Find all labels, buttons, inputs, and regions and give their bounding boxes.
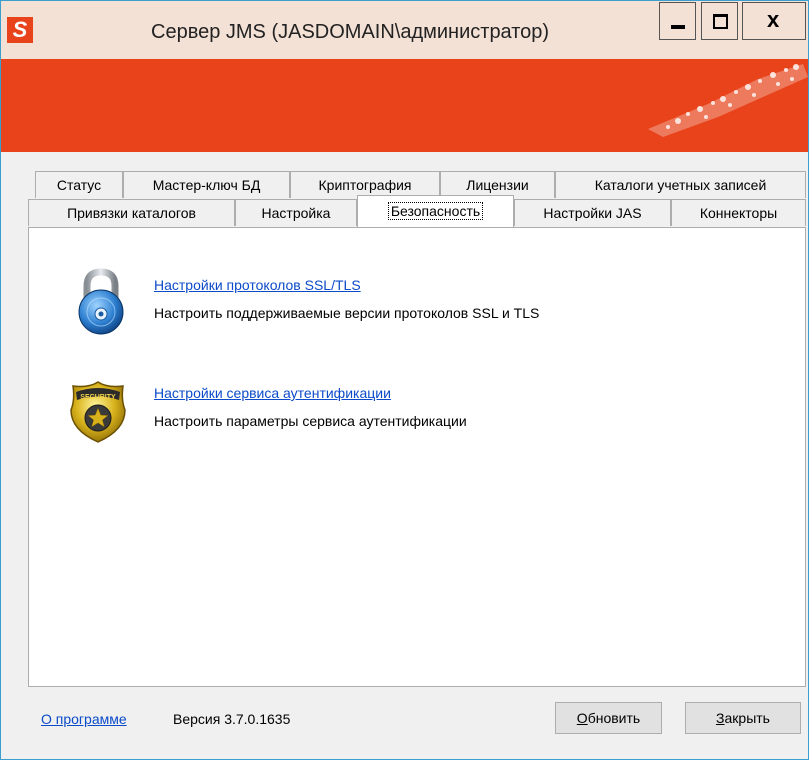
tab-licenses[interactable]: Лицензии [440,171,555,198]
tab-catalog-bindings[interactable]: Привязки каталогов [28,199,235,226]
about-link[interactable]: О программе [41,711,127,727]
tab-connectors[interactable]: Коннекторы [671,199,806,226]
banner-decoration-icon [648,64,808,137]
window-title: Сервер JMS (JASDOMAIN\администратор) [151,21,550,43]
ssl-tls-settings-link[interactable]: Настройки протоколов SSL/TLS [154,277,361,293]
tab-security[interactable]: Безопасность [357,195,514,227]
close-button-label: акрыть [724,710,770,726]
footer-bar: О программе Версия 3.7.0.1635 Обновить З… [1,689,808,761]
header-banner [1,59,808,152]
tab-account-catalogs[interactable]: Каталоги учетных записей [555,171,806,198]
app-window: S Сервер JMS (JASDOMAIN\администратор) x… [0,0,809,760]
tab-settings[interactable]: Настройка [235,199,357,226]
version-label: Версия 3.7.0.1635 [173,711,291,727]
tab-security-label: Безопасность [387,202,484,220]
refresh-button-label: бновить [587,710,641,726]
refresh-button-accesskey: О [576,710,588,726]
close-icon: x [767,7,780,32]
tab-db-master-key[interactable]: Мастер-ключ БД [123,171,290,198]
close-button[interactable]: Закрыть [685,702,801,734]
svg-text:SECURITY: SECURITY [80,394,116,401]
tab-cryptography[interactable]: Криптография [290,171,440,198]
tab-status[interactable]: Статус [35,171,123,198]
security-badge-icon: SECURITY [70,381,126,443]
tab-jas-settings[interactable]: Настройки JAS [514,199,671,226]
close-button-accesskey: З [716,710,725,726]
ssl-tls-settings-description: Настроить поддерживаемые версии протокол… [154,305,540,321]
refresh-button[interactable]: Обновить [555,702,662,734]
minimize-button[interactable] [659,2,696,40]
title-bar[interactable]: S Сервер JMS (JASDOMAIN\администратор) x [1,1,808,59]
app-icon[interactable]: S [7,17,33,43]
maximize-button[interactable] [701,2,738,40]
auth-service-settings-link[interactable]: Настройки сервиса аутентификации [154,385,391,401]
close-window-button[interactable]: x [742,2,806,40]
auth-service-settings-description: Настроить параметры сервиса аутентификац… [154,413,467,429]
padlock-icon [78,268,124,335]
security-panel: Настройки протоколов SSL/TLS Настроить п… [28,227,806,687]
